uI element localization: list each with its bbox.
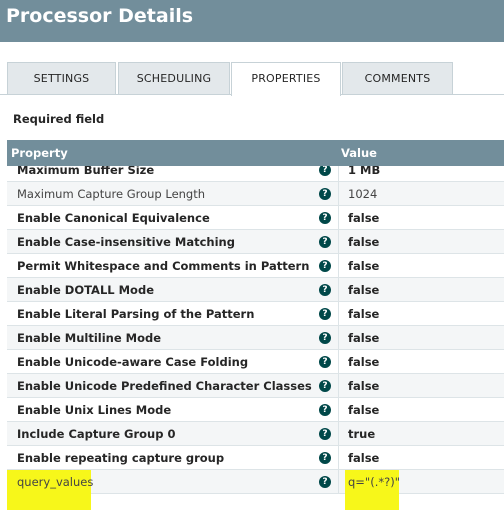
property-name: Include Capture Group 0 — [17, 427, 176, 441]
tab-comments[interactable]: COMMENTS — [342, 62, 453, 95]
column-divider — [338, 350, 339, 373]
property-row[interactable]: Include Capture Group 0? true — [7, 422, 504, 446]
help-icon[interactable]: ? — [319, 356, 331, 368]
column-divider — [338, 446, 339, 469]
property-name: Enable Unix Lines Mode — [17, 403, 172, 417]
property-value[interactable]: false — [348, 403, 379, 417]
property-row[interactable]: Enable Literal Parsing of the Pattern? fa… — [7, 302, 504, 326]
property-name: Enable repeating capture group — [17, 451, 225, 465]
property-row[interactable]: Enable repeating capture group? false — [7, 446, 504, 470]
required-field-label: Required field — [13, 112, 105, 126]
property-value[interactable]: 1 MB — [348, 166, 380, 177]
help-icon[interactable]: ? — [319, 212, 331, 224]
tab-properties[interactable]: PROPERTIES — [231, 62, 341, 96]
column-divider — [338, 254, 339, 277]
property-value[interactable]: false — [348, 283, 379, 297]
column-divider — [338, 326, 339, 349]
property-row[interactable]: Permit Whitespace and Comments in Patter… — [7, 254, 504, 278]
property-value[interactable]: false — [348, 331, 379, 345]
grid-body: Maximum Buffer Size? 1 MB Maximum Capture … — [7, 166, 504, 512]
property-name: Maximum Buffer Size — [17, 166, 155, 177]
property-value[interactable]: false — [348, 379, 379, 393]
property-name: query_values — [17, 475, 94, 489]
help-icon[interactable]: ? — [319, 188, 331, 200]
property-name: Enable DOTALL Mode — [17, 283, 154, 297]
column-divider — [338, 278, 339, 301]
property-name: Enable Multiline Mode — [17, 331, 162, 345]
column-divider — [338, 374, 339, 397]
dialog-title: Processor Details — [6, 5, 194, 27]
property-value[interactable]: false — [348, 211, 379, 225]
property-name: Enable Unicode-aware Case Folding — [17, 355, 249, 369]
property-value[interactable]: false — [348, 355, 379, 369]
column-header-value[interactable]: Value — [341, 146, 377, 160]
help-icon[interactable]: ? — [319, 476, 331, 488]
help-icon[interactable]: ? — [319, 308, 331, 320]
column-divider — [338, 206, 339, 229]
property-row[interactable]: query_values? q="(.*?)" — [7, 470, 504, 510]
property-name: Enable Case-insensitive Matching — [17, 235, 235, 249]
column-header-property[interactable]: Property — [11, 146, 68, 160]
column-divider — [338, 182, 339, 205]
help-icon[interactable]: ? — [319, 236, 331, 248]
help-icon[interactable]: ? — [319, 332, 331, 344]
help-icon[interactable]: ? — [319, 404, 331, 416]
tab-scheduling[interactable]: SCHEDULING — [118, 62, 230, 95]
property-row[interactable]: Maximum Capture Group Length? 1024 — [7, 182, 504, 206]
properties-grid: Property Value Maximum Buffer Size? 1 MB M… — [7, 140, 504, 512]
property-row[interactable]: Enable Unicode Predefined Character Clas… — [7, 374, 504, 398]
property-value[interactable]: q="(.*?)" — [348, 475, 400, 489]
property-name: Permit Whitespace and Comments in Patter… — [17, 259, 310, 273]
property-value[interactable]: false — [348, 235, 379, 249]
help-icon[interactable]: ? — [319, 166, 331, 176]
help-icon[interactable]: ? — [319, 260, 331, 272]
property-value[interactable]: true — [348, 427, 375, 441]
property-row[interactable]: Enable Unicode-aware Case Folding? false — [7, 350, 504, 374]
help-icon[interactable]: ? — [319, 428, 331, 440]
property-name: Enable Canonical Equivalence — [17, 211, 210, 225]
help-icon[interactable]: ? — [319, 452, 331, 464]
property-row[interactable]: Enable DOTALL Mode? false — [7, 278, 504, 302]
property-row[interactable]: Enable Unix Lines Mode? false — [7, 398, 504, 422]
property-value[interactable]: false — [348, 259, 379, 273]
grid-header: Property Value — [7, 140, 504, 166]
property-value[interactable]: 1024 — [348, 187, 377, 201]
property-row[interactable]: Maximum Buffer Size? 1 MB — [7, 166, 504, 182]
dialog-header: Processor Details — [0, 0, 504, 42]
property-value[interactable]: false — [348, 307, 379, 321]
column-divider — [338, 470, 339, 493]
column-divider — [338, 422, 339, 445]
property-row[interactable]: Enable Multiline Mode? false — [7, 326, 504, 350]
property-row[interactable]: Enable Canonical Equivalence? false — [7, 206, 504, 230]
column-divider — [338, 302, 339, 325]
column-divider — [338, 166, 339, 181]
property-name: Enable Unicode Predefined Character Clas… — [17, 379, 312, 393]
column-divider — [338, 398, 339, 421]
property-name: Maximum Capture Group Length — [17, 187, 206, 201]
property-value[interactable]: false — [348, 451, 379, 465]
help-icon[interactable]: ? — [319, 284, 331, 296]
property-row[interactable]: Enable Case-insensitive Matching? false — [7, 230, 504, 254]
help-icon[interactable]: ? — [319, 380, 331, 392]
column-divider — [338, 230, 339, 253]
property-name: Enable Literal Parsing of the Pattern — [17, 307, 255, 321]
tab-settings[interactable]: SETTINGS — [7, 62, 116, 95]
